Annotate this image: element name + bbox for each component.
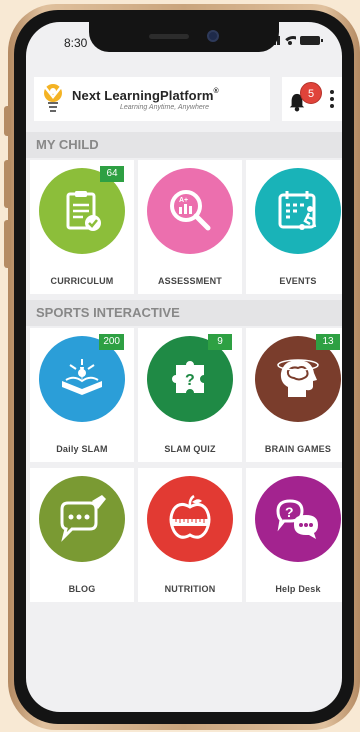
puzzle-question-icon: ? — [172, 361, 204, 393]
camera-notch — [89, 22, 279, 52]
wifi-icon — [284, 35, 296, 45]
tile-label: Daily SLAM — [56, 444, 108, 454]
logo-mark-icon — [44, 84, 62, 112]
tile-label: BLOG — [68, 584, 96, 594]
status-time: 8:30 — [64, 36, 88, 50]
app-logo[interactable]: Next LearningPlatform® Learning Anytime,… — [34, 77, 270, 121]
phone-bezel: 8:30 Next LearningPlatform® Learning Any… — [14, 10, 354, 724]
more-options-icon[interactable] — [330, 90, 334, 108]
section-title-sports-interactive: SPORTS INTERACTIVE — [26, 300, 342, 326]
phone-volume-down — [4, 220, 11, 268]
app-header: Next LearningPlatform® Learning Anytime,… — [26, 70, 342, 128]
brand-tagline: Learning Anytime, Anywhere — [120, 103, 209, 111]
battery-icon — [300, 35, 323, 45]
tile-label: BRAIN GAMES — [264, 444, 332, 454]
notification-count-badge: 5 — [300, 82, 322, 104]
tile-slam-quiz[interactable]: 9 ? SLAM QUIZ — [138, 328, 242, 462]
my-child-grid: 64 CURRICULUM A+ ASSESSMENT EVENTS — [30, 160, 342, 294]
phone-frame: 8:30 Next LearningPlatform® Learning Any… — [8, 4, 360, 730]
tile-help-desk[interactable]: ? Help Desk — [246, 468, 342, 602]
front-camera — [207, 30, 219, 42]
blog-circle — [39, 476, 125, 562]
tile-label: CURRICULUM — [50, 276, 114, 286]
tile-events[interactable]: EVENTS — [246, 160, 342, 294]
count-badge: 64 — [100, 166, 124, 182]
tile-label: NUTRITION — [164, 584, 216, 594]
events-circle — [255, 168, 341, 254]
brain-head-icon — [277, 359, 319, 397]
tile-nutrition[interactable]: NUTRITION — [138, 468, 242, 602]
tile-label: EVENTS — [279, 276, 317, 286]
header-actions: 5 — [282, 77, 342, 121]
sports-interactive-grid: 200 Daily SLAM 9 ? SLAM QUIZ 13 BRAIN GA… — [30, 328, 342, 602]
clipboard-icon — [66, 191, 101, 231]
tile-curriculum[interactable]: 64 CURRICULUM — [30, 160, 134, 294]
tile-brain-games[interactable]: 13 BRAIN GAMES — [246, 328, 342, 462]
apple-tape-icon — [169, 494, 211, 539]
help-desk-circle: ? — [255, 476, 341, 562]
phone-volume-up — [4, 160, 11, 208]
open-book-icon — [62, 359, 102, 395]
tile-blog[interactable]: BLOG — [30, 468, 134, 602]
magnifier-chart-icon: A+ — [170, 190, 211, 231]
section-title-my-child: MY CHILD — [26, 132, 342, 158]
calendar-player-icon — [278, 191, 317, 230]
tile-daily-slam[interactable]: 200 Daily SLAM — [30, 328, 134, 462]
phone-mute-switch — [4, 106, 11, 136]
tile-assessment[interactable]: A+ ASSESSMENT — [138, 160, 242, 294]
tile-label: Help Desk — [275, 584, 321, 594]
tile-label: ASSESSMENT — [157, 276, 222, 286]
speech-pen-icon — [60, 495, 106, 542]
chat-question-icon: ? — [276, 499, 318, 539]
count-badge: 200 — [99, 334, 124, 350]
count-badge: 9 — [208, 334, 232, 350]
nutrition-circle — [147, 476, 233, 562]
notifications-button[interactable]: 5 — [288, 82, 326, 114]
speaker-grille — [149, 34, 189, 39]
tile-label: SLAM QUIZ — [164, 444, 216, 454]
phone-screen: 8:30 Next LearningPlatform® Learning Any… — [26, 22, 342, 712]
assessment-circle: A+ — [147, 168, 233, 254]
svg-text:?: ? — [185, 372, 195, 389]
svg-text:A+: A+ — [179, 197, 188, 204]
count-badge: 13 — [316, 334, 340, 350]
svg-text:?: ? — [285, 504, 294, 520]
brand-name: Next LearningPlatform® — [72, 87, 219, 103]
